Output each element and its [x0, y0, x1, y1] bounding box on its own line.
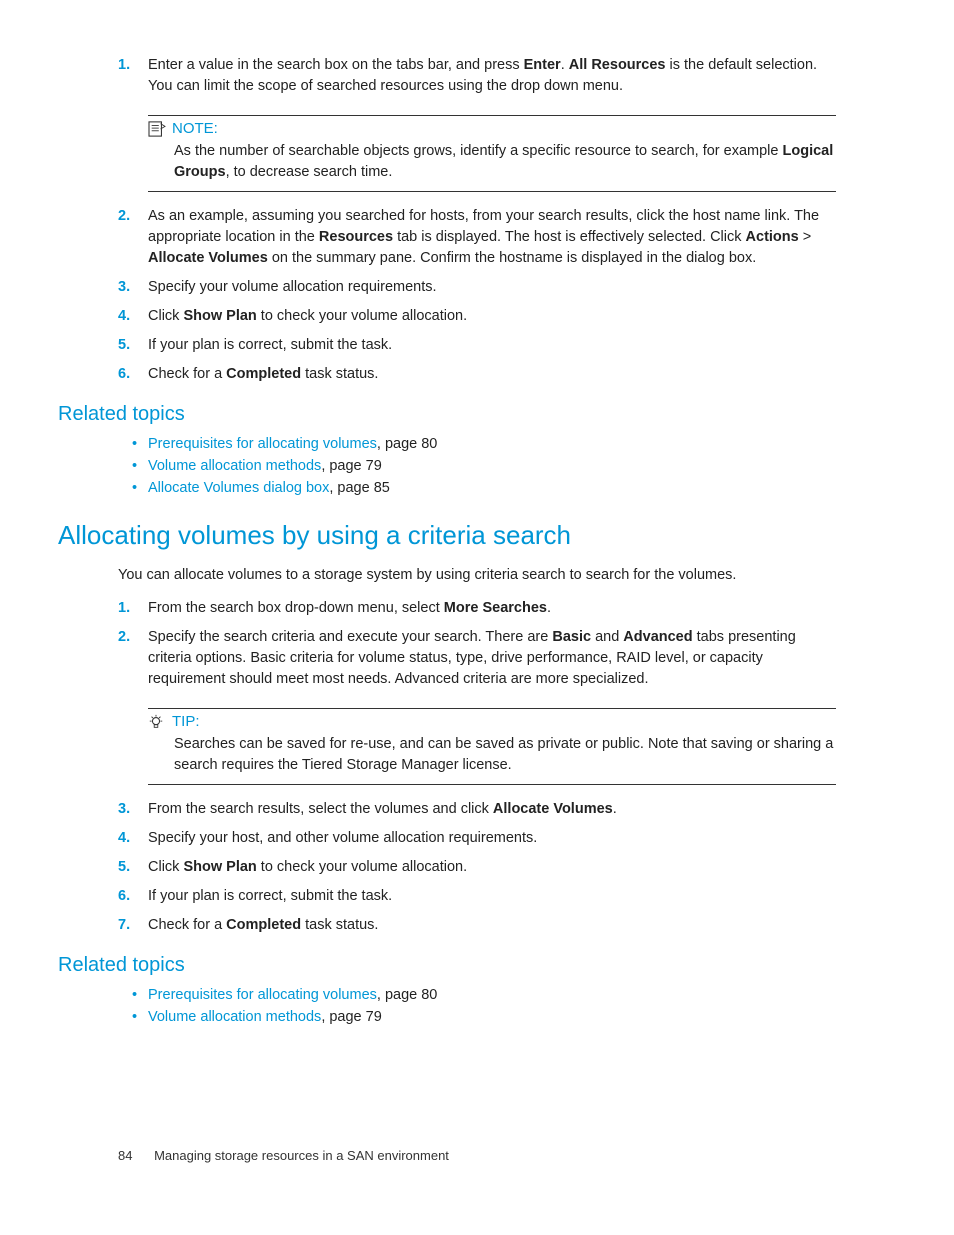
procedure-1-cont: 2.As an example, assuming you searched f… [118, 206, 836, 385]
step-text: As an example, assuming you searched for… [148, 206, 836, 269]
step-text: Check for a Completed task status. [148, 364, 836, 385]
section-heading: Allocating volumes by using a criteria s… [58, 520, 836, 551]
step-text: Click Show Plan to check your volume all… [148, 857, 836, 878]
tip-body: Searches can be saved for re-use, and ca… [174, 734, 836, 776]
note-icon [148, 121, 166, 137]
list-item: Volume allocation methods, page 79 [148, 458, 836, 474]
section-intro: You can allocate volumes to a storage sy… [118, 565, 836, 586]
related-topics-list-1: Prerequisites for allocating volumes, pa… [148, 436, 836, 496]
step-text: Click Show Plan to check your volume all… [148, 306, 836, 327]
step-number: 1. [118, 55, 148, 97]
tip-callout: TIP: Searches can be saved for re-use, a… [148, 708, 836, 785]
step-number: 2. [118, 206, 148, 269]
list-item: Volume allocation methods, page 79 [148, 1009, 836, 1025]
related-suffix: , page 80 [377, 987, 437, 1003]
step-number: 4. [118, 306, 148, 327]
step-number: 5. [118, 857, 148, 878]
step-text: Specify your volume allocation requireme… [148, 277, 836, 298]
step-text: Specify the search criteria and execute … [148, 627, 836, 690]
step-number: 4. [118, 828, 148, 849]
step-text: If your plan is correct, submit the task… [148, 335, 836, 356]
procedure-2a: 1.From the search box drop-down menu, se… [118, 598, 836, 690]
step-text: From the search box drop-down menu, sele… [148, 598, 836, 619]
related-suffix: , page 85 [329, 480, 389, 496]
step-text: Check for a Completed task status. [148, 915, 836, 936]
step-number: 6. [118, 364, 148, 385]
related-link[interactable]: Prerequisites for allocating volumes [148, 436, 377, 452]
related-suffix: , page 80 [377, 436, 437, 452]
step-number: 7. [118, 915, 148, 936]
related-topics-list-2: Prerequisites for allocating volumes, pa… [148, 987, 836, 1025]
list-item: Prerequisites for allocating volumes, pa… [148, 436, 836, 452]
procedure-2b: 3.From the search results, select the vo… [118, 799, 836, 936]
step-text: If your plan is correct, submit the task… [148, 886, 836, 907]
related-link[interactable]: Prerequisites for allocating volumes [148, 987, 377, 1003]
step-number: 3. [118, 277, 148, 298]
related-link[interactable]: Allocate Volumes dialog box [148, 480, 329, 496]
step-text: Specify your host, and other volume allo… [148, 828, 836, 849]
list-item: Allocate Volumes dialog box, page 85 [148, 480, 836, 496]
step-text: Enter a value in the search box on the t… [148, 55, 836, 97]
note-label: NOTE: [172, 120, 218, 137]
related-link[interactable]: Volume allocation methods [148, 1009, 321, 1025]
related-link[interactable]: Volume allocation methods [148, 458, 321, 474]
procedure-1: 1. Enter a value in the search box on th… [118, 55, 836, 97]
step-number: 5. [118, 335, 148, 356]
related-suffix: , page 79 [321, 1009, 381, 1025]
note-body: As the number of searchable objects grow… [174, 141, 836, 183]
tip-icon [148, 714, 166, 730]
step-number: 2. [118, 627, 148, 690]
related-suffix: , page 79 [321, 458, 381, 474]
step-number: 3. [118, 799, 148, 820]
tip-label: TIP: [172, 713, 200, 730]
note-callout: NOTE: As the number of searchable object… [148, 115, 836, 192]
list-item: Prerequisites for allocating volumes, pa… [148, 987, 836, 1003]
page-footer: 84 Managing storage resources in a SAN e… [118, 1148, 449, 1163]
related-topics-heading-2: Related topics [58, 954, 836, 977]
step-number: 1. [118, 598, 148, 619]
page-number: 84 [118, 1148, 132, 1163]
footer-title: Managing storage resources in a SAN envi… [154, 1148, 449, 1163]
step-number: 6. [118, 886, 148, 907]
related-topics-heading-1: Related topics [58, 403, 836, 426]
step-text: From the search results, select the volu… [148, 799, 836, 820]
